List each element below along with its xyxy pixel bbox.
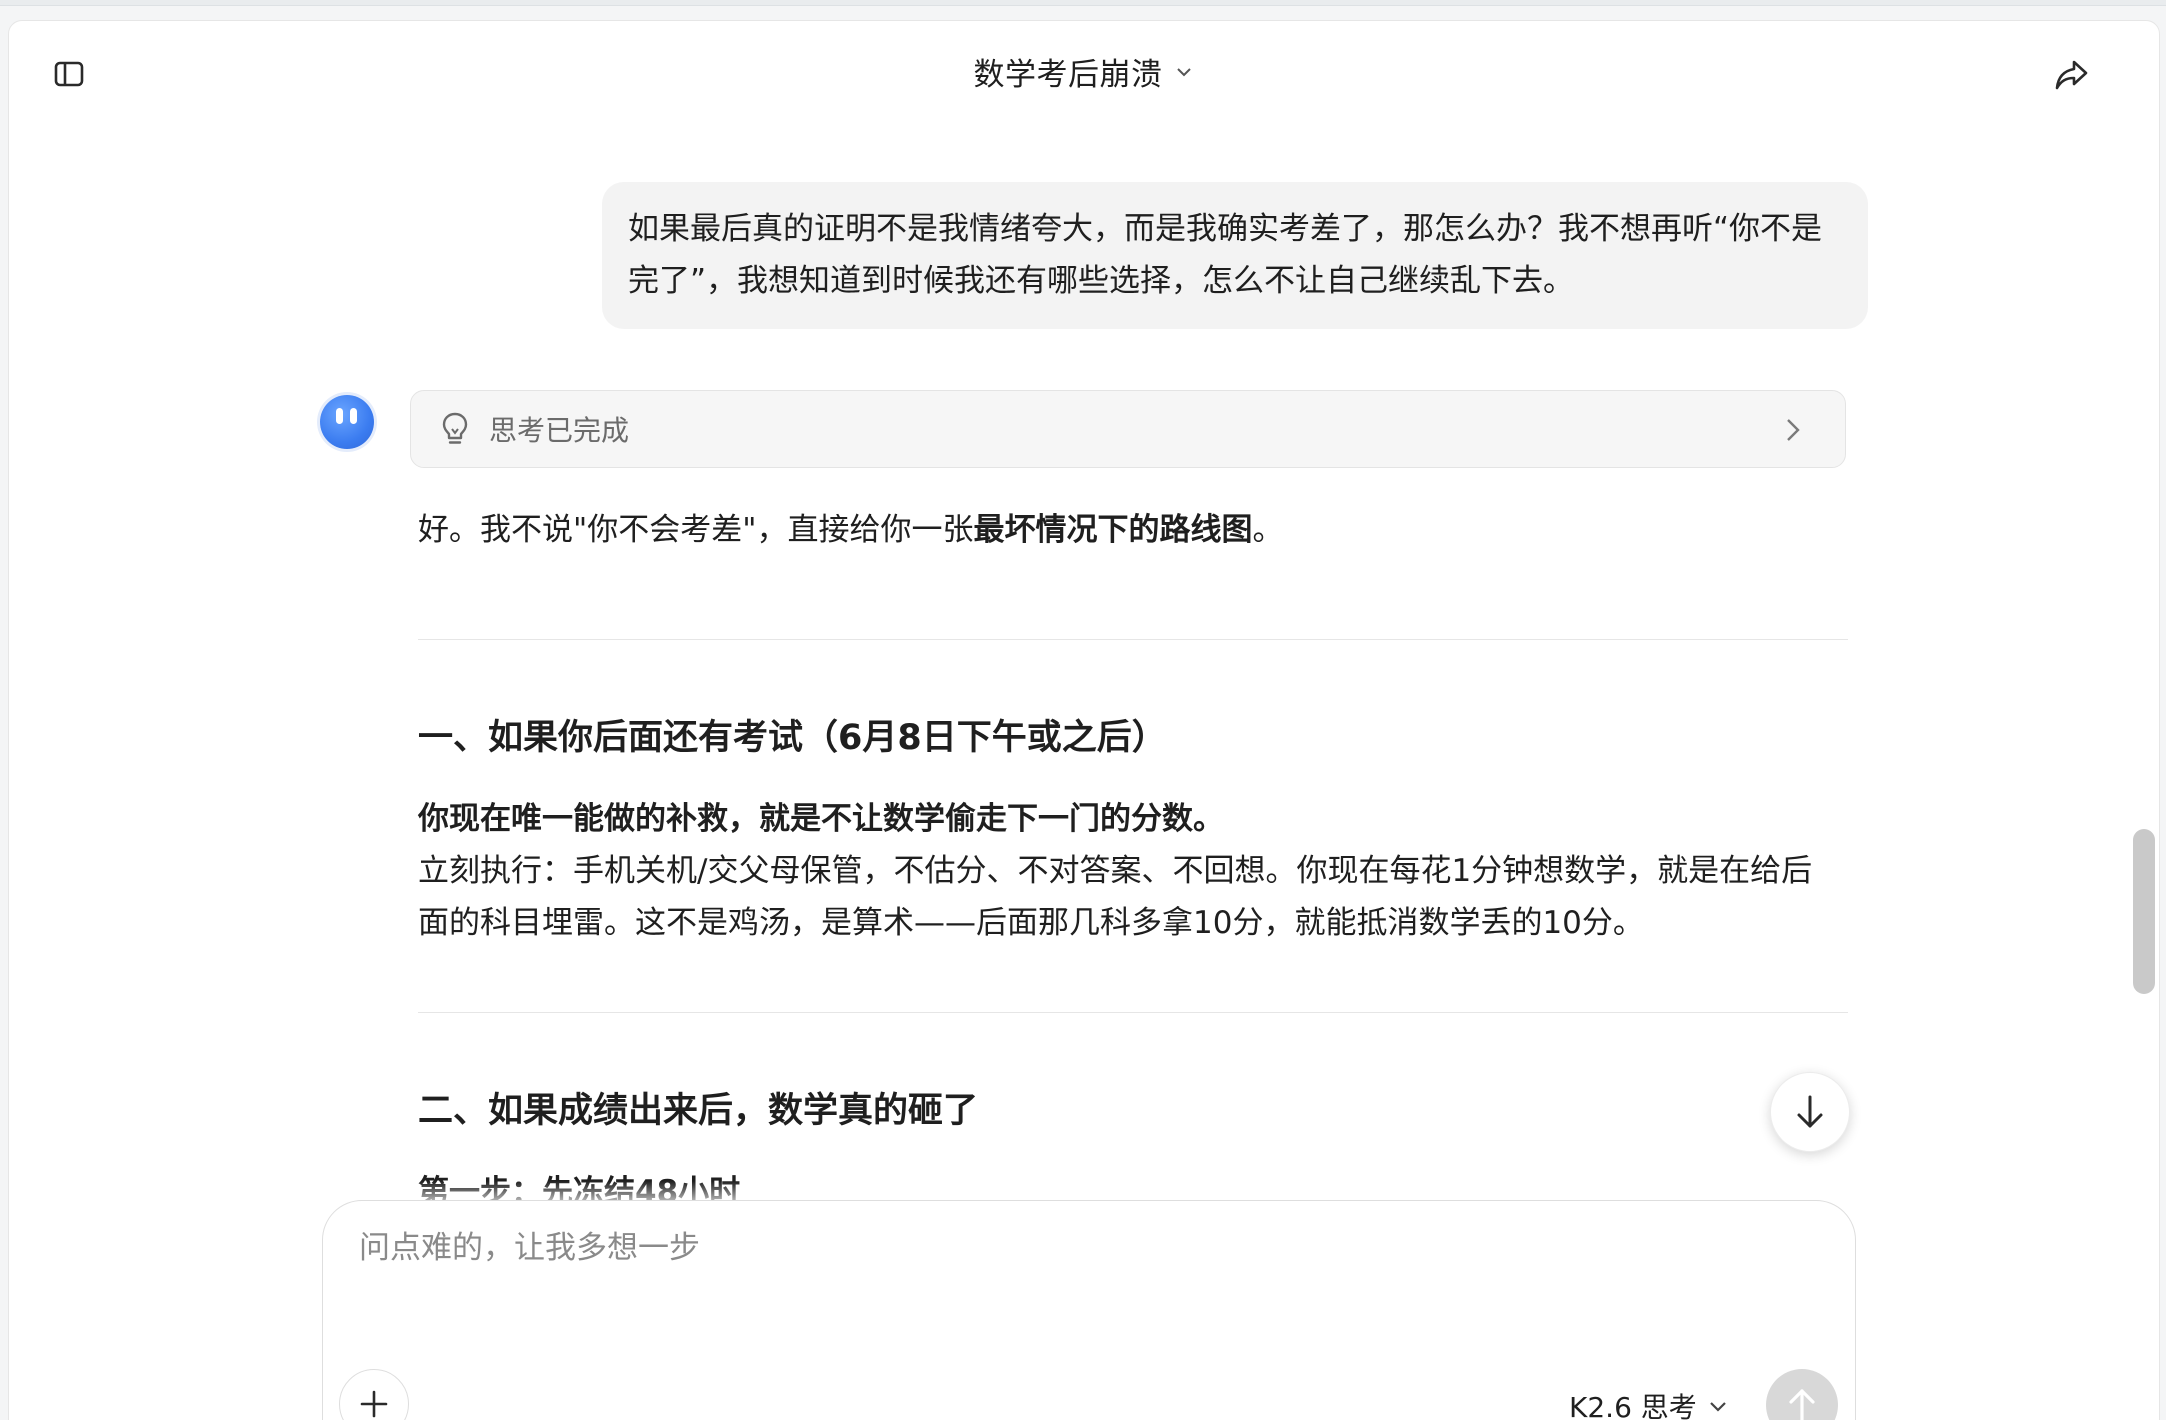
model-selector-label: K2.6 思考 xyxy=(1569,1391,1697,1420)
message-input[interactable] xyxy=(357,1229,1761,1267)
section-heading-2: 二、如果成绩出来后，数学真的砸了 xyxy=(418,1091,979,1131)
arrow-down-icon xyxy=(1797,1095,1823,1128)
assistant-intro-paragraph: 好。我不说"你不会考差"，直接给你一张最坏情况下的路线图。 xyxy=(418,512,1284,548)
chevron-down-icon xyxy=(1710,1402,1726,1412)
section-divider xyxy=(418,1012,1848,1013)
chevron-down-icon xyxy=(1176,67,1191,76)
chat-scrollbar-thumb[interactable] xyxy=(2133,829,2155,994)
model-selector[interactable]: K2.6 思考 xyxy=(1569,1386,1729,1420)
user-message-bubble: 如果最后真的证明不是我情绪夸大，而是我确实考差了，那怎么办？我不想再听“你不是完… xyxy=(602,182,1868,329)
thinking-status-label: 思考已完成 xyxy=(489,414,630,447)
thinking-status-toggle[interactable]: 思考已完成 xyxy=(410,390,1846,468)
user-message-text: 如果最后真的证明不是我情绪夸大，而是我确实考差了，那怎么办？我不想再听“你不是完… xyxy=(628,211,1823,299)
send-button[interactable] xyxy=(1766,1369,1838,1420)
chat-scroll-area[interactable]: 如果最后真的证明不是我情绪夸大，而是我确实考差了，那怎么办？我不想再听“你不是完… xyxy=(9,121,2159,1201)
browser-top-strip xyxy=(0,0,2166,6)
attach-button[interactable] xyxy=(339,1369,409,1420)
section1-body: 立刻执行：手机关机/交父母保管，不估分、不对答案、不回想。你现在每花1分钟想数学… xyxy=(418,853,1813,941)
assistant-avatar xyxy=(320,395,374,449)
section-heading-1: 一、如果你后面还有考试（6月8日下午或之后） xyxy=(418,718,1167,758)
plus-icon xyxy=(360,1390,388,1418)
intro-bold-phrase: 最坏情况下的路线图 xyxy=(973,512,1253,548)
arrow-up-icon xyxy=(1789,1389,1815,1420)
scroll-to-bottom-button[interactable] xyxy=(1770,1072,1850,1152)
lightbulb-icon xyxy=(437,411,473,447)
conversation-title: 数学考后崩溃 xyxy=(973,57,1163,93)
conversation-title-dropdown[interactable]: 数学考后崩溃 xyxy=(9,49,2159,94)
section1-bold-line: 你现在唯一能做的补救，就是不让数学偷走下一门的分数。 xyxy=(418,801,1224,837)
share-icon xyxy=(2055,60,2088,90)
chevron-right-icon xyxy=(1787,419,1800,441)
share-button[interactable] xyxy=(2047,51,2095,99)
chat-panel: 数学考后崩溃 如果最后真的证明不是我情绪夸大，而是我确实考差了，那怎么办？我不想… xyxy=(8,20,2160,1420)
message-composer: K2.6 思考 xyxy=(322,1200,1856,1420)
section-divider xyxy=(418,639,1848,640)
app-window: 数学考后崩溃 如果最后真的证明不是我情绪夸大，而是我确实考差了，那怎么办？我不想… xyxy=(0,0,2166,1420)
